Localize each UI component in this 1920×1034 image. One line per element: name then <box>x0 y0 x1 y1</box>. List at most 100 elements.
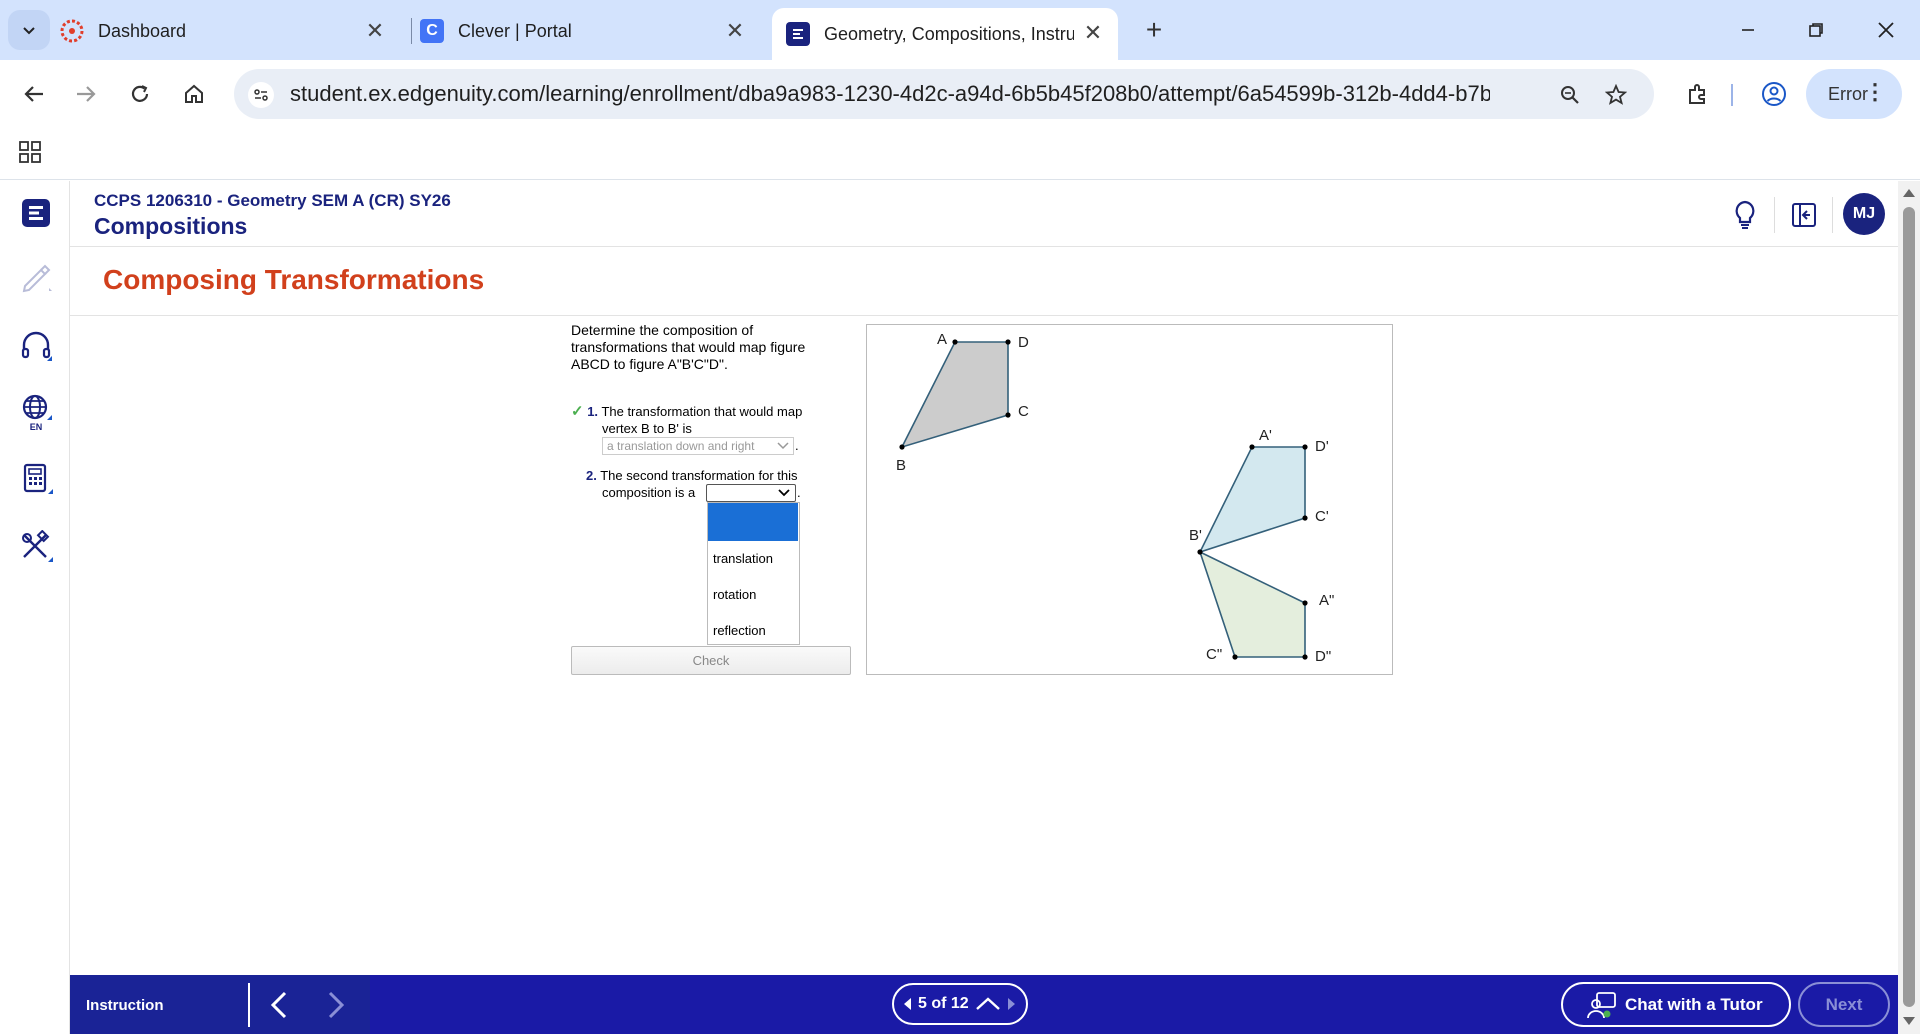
chevron-right-icon <box>328 991 345 1019</box>
part-text-line2: vertex B to B' is <box>602 421 692 436</box>
part-text: The transformation that would map <box>601 404 803 419</box>
calculator-button[interactable] <box>16 459 56 499</box>
new-tab-button[interactable]: + <box>1138 14 1170 46</box>
canvas-logo-icon <box>60 19 84 43</box>
period: . <box>797 485 801 500</box>
label-a2: A" <box>1319 592 1334 609</box>
restore-button[interactable] <box>1796 12 1836 48</box>
answer-select-1-value: a translation down and right <box>607 439 755 453</box>
edgenuity-home-button[interactable] <box>16 193 56 233</box>
page-count: 5 of 12 <box>918 995 969 1012</box>
close-tab-icon[interactable]: ✕ <box>722 18 748 44</box>
close-tab-icon[interactable]: ✕ <box>1080 20 1106 46</box>
extensions-button[interactable] <box>1680 76 1716 112</box>
bookmark-star-icon[interactable] <box>1602 81 1630 109</box>
check-mark-icon: ✓ <box>571 403 584 420</box>
zoom-icon[interactable] <box>1556 81 1584 109</box>
dropdown-option-blank[interactable] <box>708 503 798 541</box>
tab-separator <box>411 18 412 44</box>
tab-title: Clever | Portal <box>458 20 572 41</box>
kebab-menu-icon[interactable]: ⋮ <box>1864 81 1886 103</box>
page-scrollbar[interactable] <box>1898 181 1920 1034</box>
chevron-up-icon[interactable] <box>975 997 1001 1011</box>
tutor-label: Chat with a Tutor <box>1625 994 1763 1014</box>
url-text[interactable]: student.ex.edgenuity.com/learning/enroll… <box>290 81 1490 107</box>
tab-clever[interactable]: C Clever | Portal ✕ <box>420 10 760 52</box>
scroll-down-arrow-icon[interactable] <box>1903 1017 1915 1025</box>
profile-button[interactable] <box>1756 76 1792 112</box>
tools-button[interactable] <box>16 527 56 567</box>
minimize-button[interactable] <box>1728 12 1768 48</box>
forward-button[interactable] <box>68 76 104 112</box>
close-window-button[interactable] <box>1866 12 1906 48</box>
site-settings-icon[interactable] <box>248 82 274 108</box>
tab-search-button[interactable] <box>8 10 50 50</box>
text-to-speech-button[interactable] <box>16 327 56 367</box>
part-text: The second transformation for this <box>600 468 798 483</box>
vertex-b <box>899 444 905 450</box>
check-button[interactable]: Check <box>571 646 851 675</box>
triangle-left-icon[interactable] <box>904 998 912 1010</box>
avatar[interactable]: MJ <box>1843 193 1885 235</box>
translate-button[interactable]: EN <box>16 393 56 433</box>
scroll-up-arrow-icon[interactable] <box>1903 189 1915 197</box>
vertex-a2 <box>1302 600 1308 606</box>
reload-button[interactable] <box>122 76 158 112</box>
label-d: D <box>1018 334 1029 351</box>
highlighter-tool-button[interactable] <box>16 257 56 297</box>
tools-icon <box>22 530 53 562</box>
label-d2: D" <box>1315 648 1331 665</box>
figure-abcd <box>900 341 1009 449</box>
panel-collapse-icon <box>1792 203 1816 227</box>
headphones-icon <box>21 331 52 361</box>
question-prompt: Determine the composition of transformat… <box>571 322 806 372</box>
hint-button[interactable] <box>1725 195 1765 235</box>
arrow-right-icon <box>77 86 96 102</box>
label-c1: C' <box>1315 508 1329 525</box>
home-button[interactable] <box>176 76 212 112</box>
bottom-navigation-bar: Instruction 5 of 12 Chat with a Tutor Ne… <box>70 975 1898 1034</box>
course-title: CCPS 1206310 - Geometry SEM A (CR) SY26 <box>94 191 451 210</box>
tab-title: Dashboard <box>98 20 187 41</box>
lightbulb-icon <box>1735 200 1755 229</box>
tab-geometry-active[interactable]: Geometry, Compositions, Instru ✕ <box>772 8 1118 60</box>
close-tab-icon[interactable]: ✕ <box>362 18 388 44</box>
dropdown-option-reflection[interactable]: reflection <box>708 613 799 649</box>
chevron-down-icon <box>777 442 789 450</box>
figure-a1b1c1d1 <box>1198 446 1306 554</box>
answer-select-2[interactable] <box>706 484 796 502</box>
tab-dashboard[interactable]: Dashboard ✕ <box>60 10 400 52</box>
apps-grid-icon[interactable] <box>18 140 42 164</box>
tools-sidebar: EN <box>0 181 70 1034</box>
dropdown-option-translation[interactable]: translation <box>708 541 799 577</box>
lesson-header: CCPS 1206310 - Geometry SEM A (CR) SY26 … <box>70 181 1898 247</box>
label-a1: A' <box>1259 427 1272 444</box>
page-navigator[interactable]: 5 of 12 <box>892 983 1028 1025</box>
next-arrow-button[interactable] <box>321 989 351 1021</box>
puzzle-icon <box>1689 84 1705 104</box>
tab-title: Geometry, Compositions, Instru <box>824 23 1074 44</box>
address-bar[interactable]: student.ex.edgenuity.com/learning/enroll… <box>234 69 1654 119</box>
highlighter-icon <box>22 264 52 293</box>
back-button[interactable] <box>16 76 52 112</box>
header-separator <box>1832 197 1833 233</box>
chat-with-tutor-button[interactable]: Chat with a Tutor <box>1561 982 1791 1027</box>
collapse-panel-button[interactable] <box>1784 195 1824 235</box>
previous-arrow-button[interactable] <box>264 989 294 1021</box>
period: . <box>795 438 799 453</box>
profile-error-button[interactable]: Error ⋮ <box>1806 69 1902 119</box>
reload-icon <box>131 85 149 102</box>
figure-a2b1c2d2 <box>1198 550 1306 658</box>
scrollbar-thumb[interactable] <box>1903 207 1915 1007</box>
tutor-chat-icon <box>1587 991 1616 1018</box>
instruction-tab[interactable]: Instruction <box>70 975 370 1034</box>
instruction-separator <box>248 983 250 1027</box>
next-button[interactable]: Next <box>1798 982 1890 1027</box>
vertex-d <box>1005 339 1011 345</box>
profile-error-label: Error <box>1828 83 1868 104</box>
dropdown-option-rotation[interactable]: rotation <box>708 577 799 613</box>
home-icon <box>185 84 203 103</box>
triangle-right-icon[interactable] <box>1007 998 1015 1010</box>
label-b: B <box>896 457 906 474</box>
browser-toolbar: student.ex.edgenuity.com/learning/enroll… <box>0 60 1920 128</box>
